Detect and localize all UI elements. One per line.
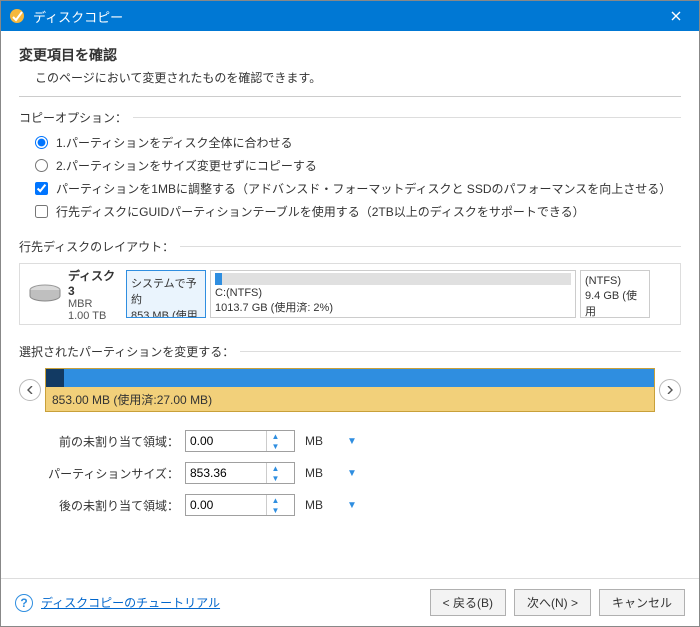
copy-options-list: 1.パーティションをディスク全体に合わせる 2.パーティションをサイズ変更せずに… (19, 134, 681, 220)
partition-size: 9.4 GB (使用 (585, 287, 645, 318)
partition-resize-top (46, 369, 654, 387)
radio-label: 2.パーティションをサイズ変更せずにコピーする (56, 157, 317, 174)
partition-tile[interactable]: C:(NTFS) 1013.7 GB (使用済: 2%) (210, 270, 576, 318)
next-button[interactable]: 次へ(N) > (514, 589, 591, 616)
radio-label: 1.パーティションをディスク全体に合わせる (56, 134, 292, 151)
disk-layout-box: ディスク 3 MBR 1.00 TB システムで予約 853 MB (使用 C:… (19, 263, 681, 325)
spin-down[interactable]: ▼ (267, 441, 284, 451)
close-button[interactable] (653, 1, 699, 31)
after-unalloc-label: 後の未割り当て領域： (19, 497, 179, 514)
check-label: 行先ディスクにGUIDパーティションテーブルを使用する（2TB以上のディスクをサ… (56, 203, 585, 220)
radio-fit-whole-disk[interactable]: 1.パーティションをディスク全体に合わせる (35, 134, 681, 151)
spin-up[interactable]: ▲ (267, 495, 284, 505)
partition-resize-bar[interactable]: 853.00 MB (使用済:27.00 MB) (45, 368, 655, 412)
back-button[interactable]: < 戻る(B) (430, 589, 506, 616)
partition-size-label: パーティションサイズ： (19, 465, 179, 482)
before-unalloc-input[interactable] (186, 431, 266, 451)
partition-summary: 853.00 MB (使用済:27.00 MB) (46, 387, 654, 411)
disk-info: ディスク 3 MBR 1.00 TB (68, 267, 120, 322)
size-fields: 前の未割り当て領域： ▲ ▼ MB ▼ パーティションサイズ： ▲ ▼ (19, 430, 681, 516)
after-unalloc-input-wrap: ▲ ▼ (185, 494, 295, 516)
app-icon (9, 8, 25, 24)
before-unalloc-label: 前の未割り当て領域： (19, 433, 179, 450)
page-subtitle: このページにおいて変更されたものを確認できます。 (35, 69, 681, 86)
dest-layout-group: 行先ディスクのレイアウト： ディスク 3 MBR 1.00 TB (19, 238, 681, 325)
scroll-right-button[interactable] (659, 379, 681, 401)
selected-partition-row: 853.00 MB (使用済:27.00 MB) (19, 368, 681, 412)
partition-size-input-wrap: ▲ ▼ (185, 462, 295, 484)
partition-used-inner (46, 369, 64, 387)
divider (133, 117, 681, 118)
unit-dropdown[interactable]: ▼ (347, 436, 367, 447)
unit-label: MB (301, 434, 341, 448)
check-guid-gpt[interactable]: 行先ディスクにGUIDパーティションテーブルを使用する（2TB以上のディスクをサ… (35, 203, 681, 220)
partition-name: システムで予約 (131, 275, 201, 307)
dest-layout-label: 行先ディスクのレイアウト： (19, 238, 174, 255)
radio-fit-whole-disk-input[interactable] (35, 136, 48, 149)
radio-no-resize[interactable]: 2.パーティションをサイズ変更せずにコピーする (35, 157, 681, 174)
spin-up[interactable]: ▲ (267, 463, 284, 473)
radio-no-resize-input[interactable] (35, 159, 48, 172)
spin-up[interactable]: ▲ (267, 431, 284, 441)
divider (19, 96, 681, 97)
check-align-1mb[interactable]: パーティションを1MBに調整する（アドバンスド・フォーマットディスクと SSDの… (35, 180, 681, 197)
partition-size: 853 MB (使用 (131, 307, 201, 318)
before-unalloc-input-wrap: ▲ ▼ (185, 430, 295, 452)
partition-name: (NTFS) (585, 275, 645, 287)
divider (240, 351, 681, 352)
page-title: 変更項目を確認 (19, 45, 681, 65)
scroll-left-button[interactable] (19, 379, 41, 401)
partition-name: C:(NTFS) (215, 287, 571, 299)
disk-copy-window: ディスクコピー 変更項目を確認 このページにおいて変更されたものを確認できます。… (0, 0, 700, 627)
content-area: 変更項目を確認 このページにおいて変更されたものを確認できます。 コピーオプショ… (1, 31, 699, 578)
tutorial-link[interactable]: ディスクコピーのチュートリアル (41, 594, 422, 611)
selected-partition-group: 選択されたパーティションを変更する： 853.00 MB (使用済:27.00 … (19, 343, 681, 516)
unit-dropdown[interactable]: ▼ (347, 468, 367, 479)
unit-dropdown[interactable]: ▼ (347, 500, 367, 511)
disk-size: 1.00 TB (68, 310, 120, 322)
disk-tile[interactable]: ディスク 3 MBR 1.00 TB (26, 270, 122, 318)
page-header: 変更項目を確認 このページにおいて変更されたものを確認できます。 (19, 45, 681, 92)
disk-type: MBR (68, 298, 120, 310)
check-align-1mb-input[interactable] (35, 182, 48, 195)
spin-down[interactable]: ▼ (267, 505, 284, 515)
partition-used (215, 273, 222, 285)
cancel-button[interactable]: キャンセル (599, 589, 685, 616)
unit-label: MB (301, 498, 341, 512)
help-icon: ? (15, 594, 33, 612)
copy-options-group: コピーオプション： 1.パーティションをディスク全体に合わせる 2.パーティショ… (19, 109, 681, 226)
partition-size: 1013.7 GB (使用済: 2%) (215, 299, 571, 315)
copy-options-label: コピーオプション： (19, 109, 127, 126)
partition-tile[interactable]: システムで予約 853 MB (使用 (126, 270, 206, 318)
window-title: ディスクコピー (33, 7, 653, 26)
unit-label: MB (301, 466, 341, 480)
partition-tile[interactable]: (NTFS) 9.4 GB (使用 (580, 270, 650, 318)
footer: ? ディスクコピーのチュートリアル < 戻る(B) 次へ(N) > キャンセル (1, 578, 699, 626)
check-guid-gpt-input[interactable] (35, 205, 48, 218)
check-label: パーティションを1MBに調整する（アドバンスド・フォーマットディスクと SSDの… (56, 180, 671, 197)
selected-partition-label: 選択されたパーティションを変更する： (19, 343, 234, 360)
partition-bar (215, 273, 571, 285)
after-unalloc-input[interactable] (186, 495, 266, 515)
disk-name: ディスク 3 (68, 267, 120, 298)
divider (180, 246, 681, 247)
titlebar: ディスクコピー (1, 1, 699, 31)
disk-icon (28, 284, 62, 304)
partition-size-input[interactable] (186, 463, 266, 483)
spin-down[interactable]: ▼ (267, 473, 284, 483)
